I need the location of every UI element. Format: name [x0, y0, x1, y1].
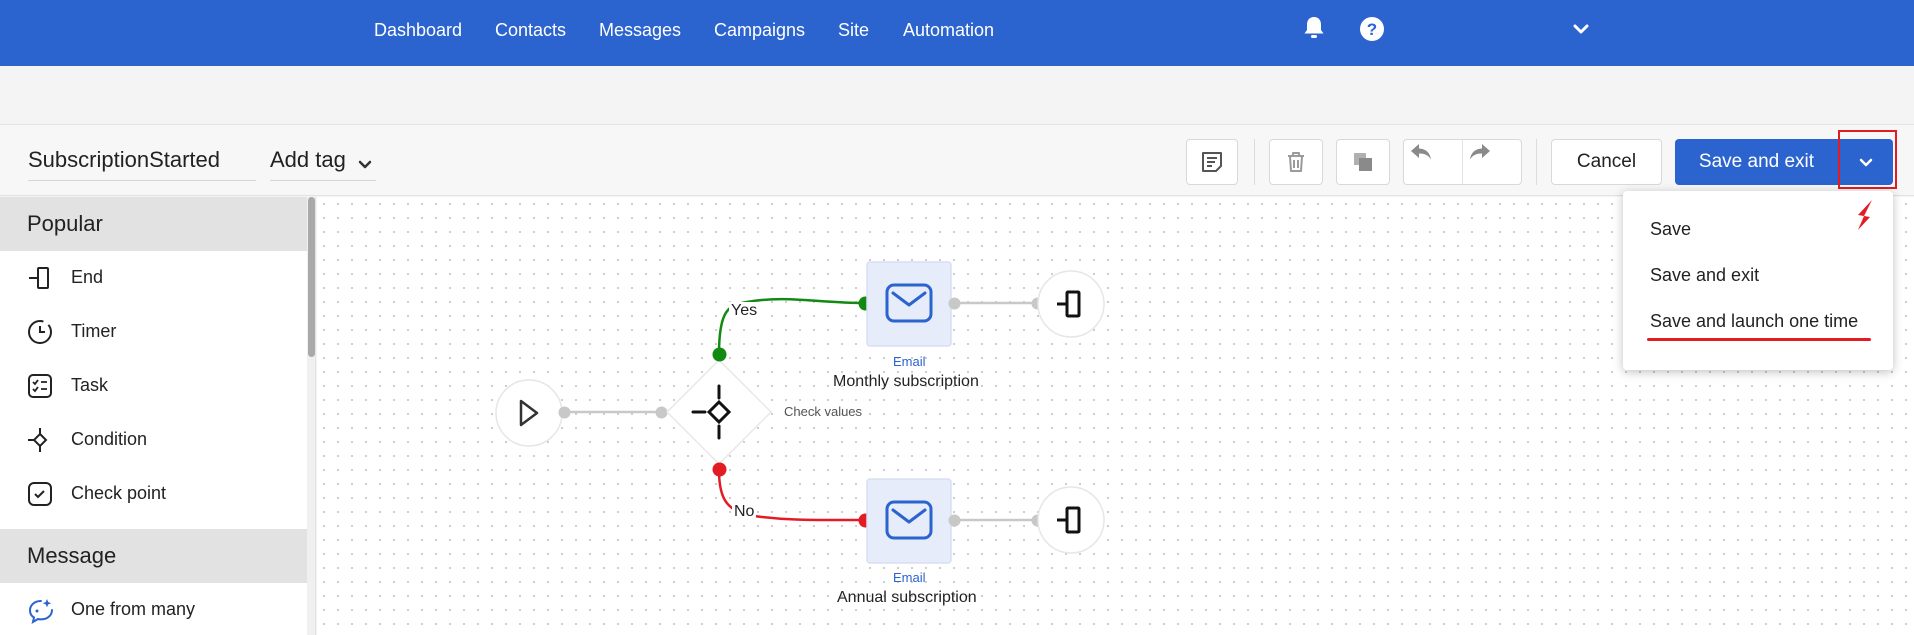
redo-button[interactable]	[1463, 140, 1522, 184]
block-label: One from many	[71, 599, 196, 619]
undo-button[interactable]	[1404, 140, 1463, 184]
start-node[interactable]	[495, 379, 563, 447]
copy-icon	[1354, 153, 1372, 171]
no-connector[interactable]	[712, 462, 727, 477]
help-icon[interactable]: ?	[1359, 14, 1385, 42]
top-navigation: Dashboard Contacts Messages Campaigns Si…	[0, 0, 1914, 66]
email-node-annual[interactable]	[866, 478, 952, 564]
block-label: Check point	[71, 483, 167, 503]
email-type-caption: Email	[893, 570, 926, 585]
block-label: Timer	[71, 321, 117, 341]
chevron-down-icon[interactable]	[1568, 14, 1594, 42]
end-node[interactable]	[1037, 270, 1105, 338]
redo-icon	[1470, 144, 1490, 160]
check-point-icon	[27, 481, 53, 507]
email-name-caption: Monthly subscription	[833, 373, 979, 390]
menu-item-save-and-exit[interactable]: Save and exit	[1650, 265, 1759, 286]
menu-item-save[interactable]: Save	[1650, 219, 1691, 240]
divider	[1254, 139, 1255, 185]
copy-button[interactable]	[1336, 139, 1390, 185]
email-type-caption: Email	[893, 354, 926, 369]
yes-connector[interactable]	[712, 347, 727, 362]
nav-campaigns[interactable]: Campaigns	[714, 20, 805, 41]
save-options-toggle[interactable]	[1838, 139, 1893, 185]
end-node[interactable]	[1037, 486, 1105, 554]
condition-icon	[27, 427, 53, 453]
connector-dot[interactable]	[948, 297, 961, 310]
undo-redo-group	[1403, 139, 1522, 185]
save-and-exit-button[interactable]: Save and exit	[1675, 139, 1838, 185]
delete-button[interactable]	[1269, 139, 1323, 185]
email-name-caption: Annual subscription	[837, 589, 977, 606]
connector-dot[interactable]	[948, 514, 961, 527]
task-icon	[27, 373, 53, 399]
nav-dashboard[interactable]: Dashboard	[374, 20, 462, 41]
nav-site[interactable]: Site	[838, 20, 869, 41]
section-message[interactable]: Message	[0, 529, 307, 583]
scrollbar-thumb[interactable]	[308, 197, 315, 357]
email-node-monthly[interactable]	[866, 261, 952, 347]
condition-caption: Check values	[784, 404, 863, 419]
svg-text:?: ?	[1367, 20, 1377, 39]
block-timer[interactable]: Timer	[0, 305, 307, 359]
one-from-many-icon	[27, 597, 53, 625]
menu-item-save-and-launch-one-time[interactable]: Save and launch one time	[1650, 311, 1858, 332]
divider	[1536, 139, 1537, 185]
panel-scrollbar[interactable]	[307, 197, 315, 635]
chevron-down-icon	[1859, 158, 1873, 167]
bell-icon[interactable]	[1301, 14, 1327, 42]
block-label: Task	[71, 375, 109, 395]
block-check-point[interactable]: Check point	[0, 467, 307, 521]
block-end[interactable]: End	[0, 251, 307, 305]
block-task[interactable]: Task	[0, 359, 307, 413]
annotation-arrow-icon	[1858, 200, 1872, 230]
connector-dot[interactable]	[558, 406, 571, 419]
editor-toolbar: SubscriptionStarted Add tag Cancel Save …	[0, 124, 1914, 196]
branch-no-label: No	[732, 503, 757, 521]
undo-icon	[1411, 144, 1431, 160]
page-spacer	[0, 66, 1914, 124]
condition-node[interactable]	[663, 356, 775, 468]
section-popular[interactable]: Popular	[0, 197, 307, 251]
workflow-name-field[interactable]: SubscriptionStarted	[28, 147, 256, 181]
nav-messages[interactable]: Messages	[599, 20, 681, 41]
note-icon	[1202, 152, 1222, 172]
add-tag-dropdown[interactable]: Add tag	[270, 147, 376, 181]
block-label: Condition	[71, 429, 148, 449]
timer-icon	[27, 319, 53, 345]
end-icon	[27, 265, 53, 291]
branch-yes-label: Yes	[729, 302, 760, 320]
block-label: End	[71, 267, 104, 287]
nav-automation[interactable]: Automation	[903, 20, 994, 41]
highlight-underline	[1647, 338, 1871, 341]
block-one-from-many[interactable]: One from many	[0, 583, 307, 635]
cancel-button[interactable]: Cancel	[1551, 139, 1662, 185]
chevron-down-icon	[356, 153, 374, 171]
notes-button[interactable]	[1186, 139, 1238, 185]
nav-contacts[interactable]: Contacts	[495, 20, 566, 41]
blocks-panel: Popular End Timer Task Condition Check p…	[0, 197, 316, 635]
trash-icon	[1288, 152, 1304, 172]
block-condition[interactable]: Condition	[0, 413, 307, 467]
add-tag-label: Add tag	[270, 147, 346, 172]
